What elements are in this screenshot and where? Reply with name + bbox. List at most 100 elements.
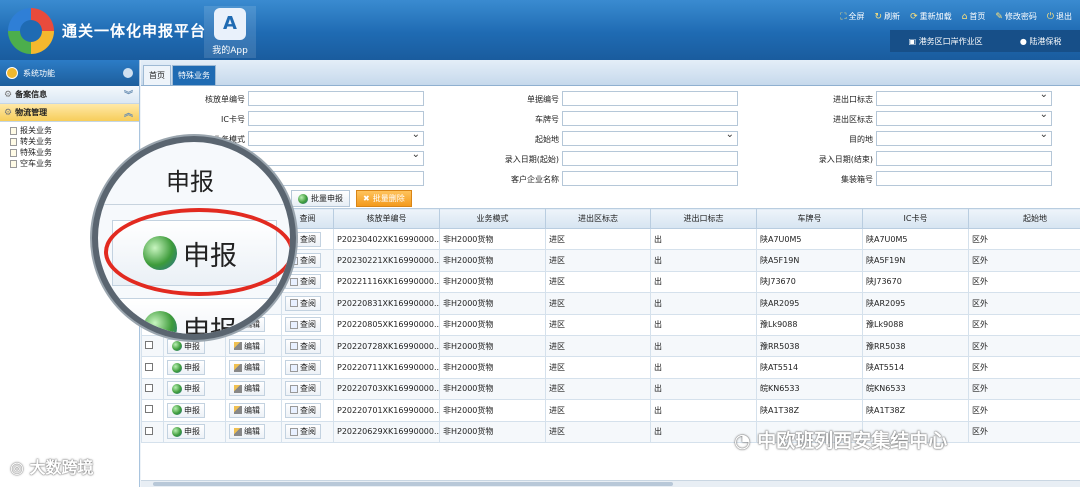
sidebar-group-logistics[interactable]: ⚙ 物流管理 ︽ xyxy=(0,104,139,122)
origin-cell: 区外 xyxy=(968,420,1080,443)
view-button[interactable]: 查阅 xyxy=(285,274,321,290)
entry-end-input[interactable] xyxy=(876,151,1052,166)
table-row[interactable]: 申报 编辑 查阅 P20220728XK16990000... 非H2000货物 进区出豫… xyxy=(141,334,1080,358)
export-flag-cell: 出 xyxy=(650,227,757,251)
zone-flag-cell: 进区 xyxy=(545,313,651,336)
col-header-biz-mode[interactable]: 业务模式 xyxy=(439,208,546,229)
col-header-ic-no[interactable]: IC卡号 xyxy=(862,208,969,229)
collapse-sidebar-icon[interactable] xyxy=(123,68,133,78)
logout-icon: ⏻ xyxy=(1046,11,1054,22)
container-input[interactable] xyxy=(876,171,1052,186)
horizontal-scrollbar[interactable] xyxy=(141,480,1080,487)
destination-select[interactable] xyxy=(876,129,1052,146)
row-checkbox-cell xyxy=(141,377,164,401)
view-button[interactable]: 查阅 xyxy=(285,381,321,397)
origin-select[interactable] xyxy=(562,129,738,146)
origin-cell: 区外 xyxy=(968,377,1080,401)
change-password-link[interactable]: ✎ 修改密码 xyxy=(995,11,1037,22)
verify-no-cell: P20230221XK16990000... xyxy=(333,249,440,272)
area-name[interactable]: ▣ 港务区口岸作业区 xyxy=(909,36,983,47)
plate-no-label: 车牌号 xyxy=(535,115,559,124)
entry-end-label: 录入日期(结束) xyxy=(818,155,873,164)
edit-button[interactable]: 编辑 xyxy=(229,381,265,397)
sidebar-item-transfer[interactable]: 转关业务 xyxy=(10,136,139,147)
biz-mode-cell: 非H2000货物 xyxy=(439,270,546,294)
declare-button[interactable]: 申报 xyxy=(167,381,205,397)
batch-declare-button[interactable]: 批量申报 xyxy=(291,190,350,207)
row-checkbox[interactable] xyxy=(145,341,153,350)
user-name[interactable]: ● 陆港保税 xyxy=(1020,36,1062,47)
export-flag-cell: 出 xyxy=(650,377,757,401)
edit-button[interactable]: 编辑 xyxy=(229,424,265,440)
entry-start-input[interactable] xyxy=(562,151,738,166)
fullscreen-link[interactable]: ⛶ 全屏 xyxy=(840,11,864,22)
view-button[interactable]: 查阅 xyxy=(285,402,321,418)
plate-no-cell: 陕J73670 xyxy=(756,270,863,294)
declare-button[interactable]: 申报 xyxy=(167,360,205,376)
col-header-export-flag[interactable]: 进出口标志 xyxy=(650,208,757,229)
export-flag-cell: 出 xyxy=(650,270,757,294)
tab-special-business[interactable]: 特殊业务 xyxy=(172,65,216,85)
reload-link[interactable]: ⟳ 重新加载 xyxy=(910,11,952,22)
view-button[interactable]: 查阅 xyxy=(285,360,321,376)
verify-no-cell: P20220711XK16990000... xyxy=(333,356,440,379)
gear-icon: ⚙ xyxy=(4,89,13,100)
status-select[interactable] xyxy=(248,149,424,166)
globe-icon xyxy=(172,426,182,437)
view-button[interactable]: 查阅 xyxy=(285,317,321,333)
col-header-verify-no[interactable]: 核放单编号 xyxy=(333,208,440,229)
edit-button[interactable]: 编辑 xyxy=(229,338,265,354)
search-form: 核放单编号 单据编号 进出口标志 IC卡号 车牌号 进出区标志 业务模式 起始地… xyxy=(141,86,1080,186)
sidebar-group-filing[interactable]: ⚙ 备案信息 ︾ xyxy=(0,86,139,104)
sidebar-item-special[interactable]: 特殊业务 xyxy=(10,147,139,158)
document-icon xyxy=(10,159,17,168)
biz-mode-cell: 非H2000货物 xyxy=(439,334,546,358)
view-button[interactable]: 查阅 xyxy=(285,295,321,311)
table-row[interactable]: 申报 编辑 查阅 P20220711XK16990000... 非H2000货物 进区出陕… xyxy=(141,356,1080,379)
table-row[interactable]: 申报 编辑 查阅 P20220703XK16990000... 非H2000货物 进区出皖… xyxy=(141,377,1080,401)
scrollbar-thumb[interactable] xyxy=(153,482,673,486)
plate-no-input[interactable] xyxy=(562,111,738,126)
zone-flag-select[interactable] xyxy=(876,109,1052,126)
row-checkbox[interactable] xyxy=(145,383,153,392)
view-icon xyxy=(290,406,298,415)
fullscreen-icon: ⛶ xyxy=(840,11,847,22)
logout-link[interactable]: ⏻ 退出 xyxy=(1047,11,1072,22)
home-link[interactable]: ⌂ 首页 xyxy=(962,11,986,22)
sidebar-item-customs[interactable]: 报关业务 xyxy=(10,125,139,136)
declare-button[interactable]: 申报 xyxy=(167,402,205,418)
my-app-button[interactable]: A 我的App xyxy=(204,6,256,58)
declare-button[interactable]: 申报 xyxy=(167,424,205,440)
table-row[interactable]: 申报编辑查阅P20220831XK16990000...非H2000货物进区出陕… xyxy=(141,292,1080,315)
ic-no-cell: 皖KN6533 xyxy=(862,377,969,401)
row-checkbox[interactable] xyxy=(145,362,153,371)
view-button[interactable]: 查阅 xyxy=(285,424,321,440)
tab-home[interactable]: 首页 xyxy=(143,65,171,85)
verify-no-input[interactable] xyxy=(248,91,424,106)
row-checkbox[interactable] xyxy=(145,405,153,414)
ic-no-input[interactable] xyxy=(248,111,424,126)
row-checkbox[interactable] xyxy=(145,426,153,435)
edit-button[interactable]: 编辑 xyxy=(229,402,265,418)
col-header-plate-no[interactable]: 车牌号 xyxy=(756,208,863,229)
area-bar: ▣ 港务区口岸作业区 ● 陆港保税 xyxy=(890,30,1080,52)
col-header-origin[interactable]: 起始地 xyxy=(968,208,1080,229)
declare-cell: 申报 xyxy=(163,420,226,443)
col-header-zone-flag[interactable]: 进出区标志 xyxy=(545,208,651,229)
table-row[interactable]: 申报 编辑 查阅 P20220701XK16990000... 非H2000货物 进区出陕… xyxy=(141,399,1080,422)
ic-no-cell: 陕J73670 xyxy=(862,270,969,294)
edit-button[interactable]: 编辑 xyxy=(229,360,265,376)
customer-input[interactable] xyxy=(562,171,738,186)
doc-no-input[interactable] xyxy=(562,91,738,106)
batch-delete-button[interactable]: ✖ 批量删除 xyxy=(356,190,412,207)
view-button[interactable]: 查阅 xyxy=(285,338,321,354)
biz-mode-cell: 非H2000货物 xyxy=(439,292,546,315)
export-flag-select[interactable] xyxy=(876,89,1052,106)
declare-button[interactable]: 申报 xyxy=(167,338,205,354)
refresh-link[interactable]: ↻ 刷新 xyxy=(875,11,901,22)
ic-no-cell: 陕AT5514 xyxy=(862,356,969,379)
table-row[interactable]: 申报编辑查阅P20220805XK16990000...非H2000货物进区出豫… xyxy=(141,313,1080,336)
origin-cell: 区外 xyxy=(968,270,1080,294)
ic-no-label: IC卡号 xyxy=(221,115,245,124)
biz-mode-select[interactable] xyxy=(248,129,424,146)
